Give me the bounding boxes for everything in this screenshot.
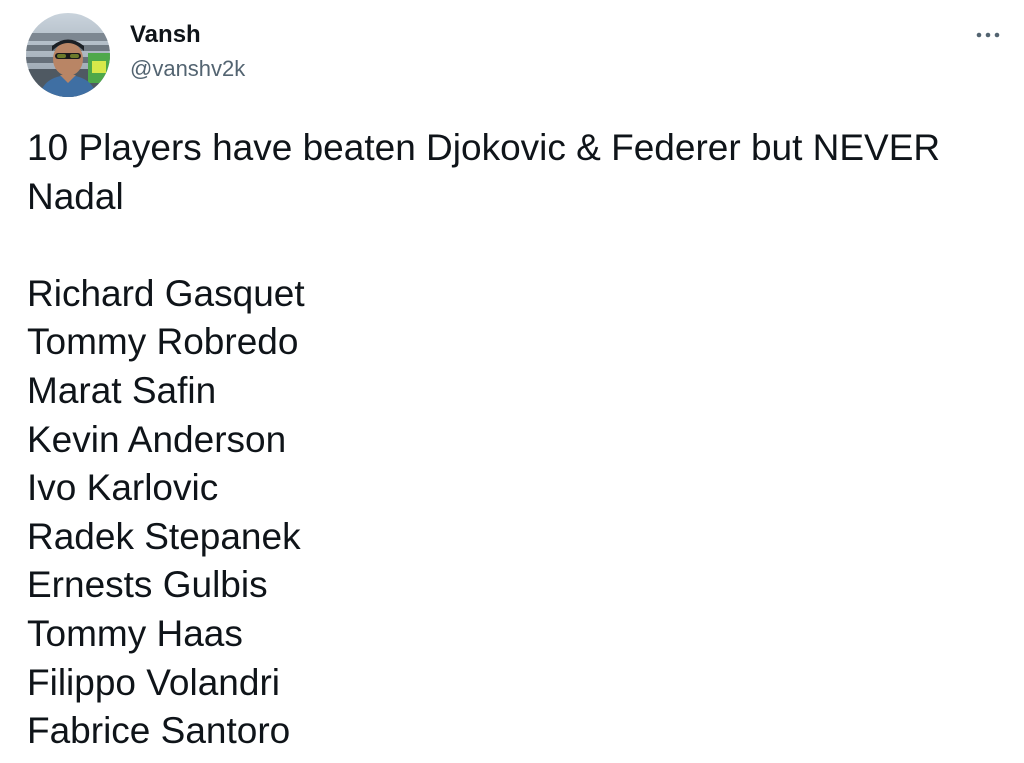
author-display-name[interactable]: Vansh — [130, 20, 245, 50]
player-list: Richard Gasquet Tommy Robredo Marat Safi… — [27, 270, 1002, 756]
avatar[interactable] — [26, 13, 110, 97]
avatar-image — [26, 13, 110, 97]
tweet-card: Vansh @vanshv2k 10 Players have beaten D… — [0, 0, 1024, 763]
author-handle[interactable]: @vanshv2k — [130, 54, 245, 84]
list-item: Tommy Robredo — [27, 321, 299, 363]
tweet-headline: 10 Players have beaten Djokovic & Federe… — [27, 127, 941, 217]
list-item: Tommy Haas — [27, 612, 243, 654]
more-options-button[interactable] — [968, 20, 1008, 50]
user-info: Vansh @vanshv2k — [130, 20, 245, 84]
list-item: Richard Gasquet — [27, 272, 305, 314]
list-item: Fabrice Santoro — [27, 710, 291, 752]
tweet-text: 10 Players have beaten Djokovic & Federe… — [27, 124, 1002, 756]
more-horizontal-icon — [976, 32, 1000, 38]
list-item: Ivo Karlovic — [27, 467, 219, 509]
list-item: Kevin Anderson — [27, 418, 287, 460]
list-item: Radek Stepanek — [27, 515, 301, 557]
list-item: Ernests Gulbis — [27, 564, 268, 606]
list-item: Filippo Volandri — [27, 661, 280, 703]
list-item: Marat Safin — [27, 369, 217, 411]
